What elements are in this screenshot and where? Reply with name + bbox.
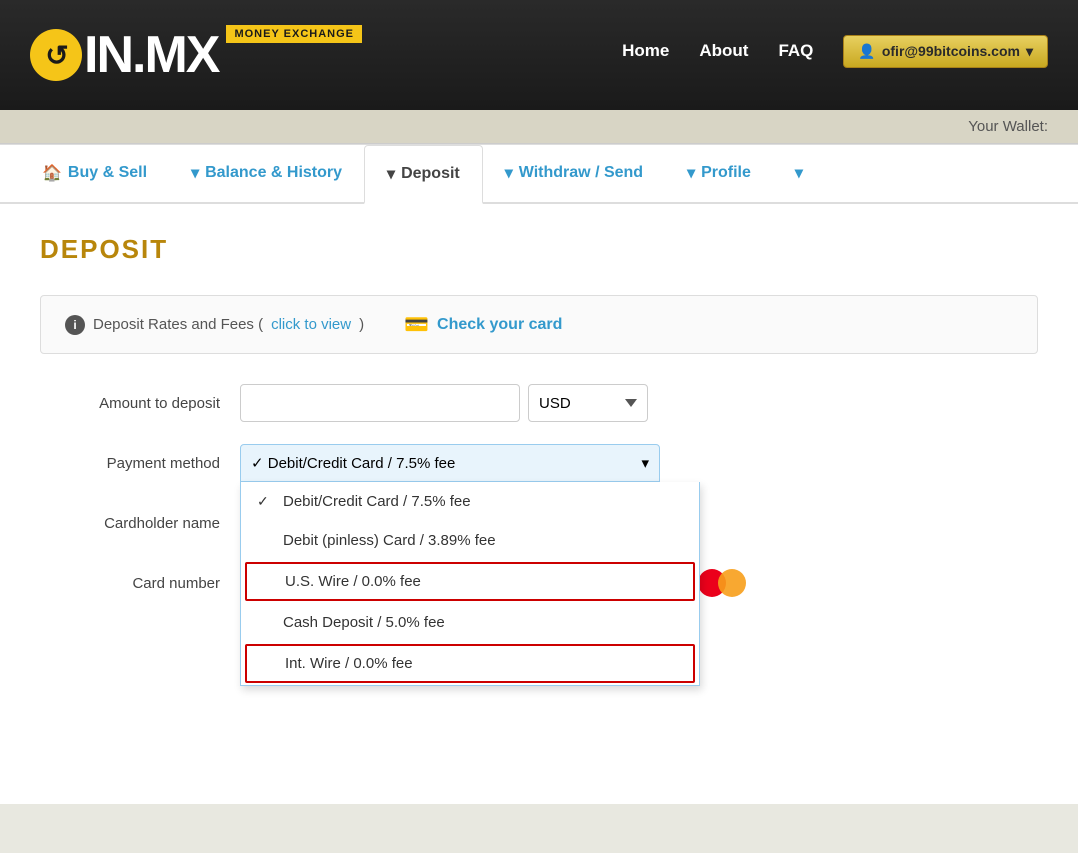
payment-option-int-wire[interactable]: Int. Wire / 0.0% fee [245,644,695,683]
payment-option-debit-credit[interactable]: ✓ Debit/Credit Card / 7.5% fee [241,482,699,521]
payment-option-label: U.S. Wire / 0.0% fee [285,573,421,590]
mastercard-logo [698,568,746,598]
logo-area: IN.MX MONEY EXCHANGE [30,25,362,85]
tab-withdraw-send[interactable]: ▾ Withdraw / Send [483,145,665,204]
main-card: 🏠 Buy & Sell ▾ Balance & History ▾ Depos… [0,144,1078,804]
header-nav: Home About FAQ 👤 ofir@99bitcoins.com ▾ [622,35,1048,76]
payment-option-label: Debit/Credit Card / 7.5% fee [283,493,471,510]
tab-balance-history[interactable]: ▾ Balance & History [169,145,364,204]
amount-label: Amount to deposit [40,395,240,412]
tab-buy-sell[interactable]: 🏠 Buy & Sell [20,145,169,204]
payment-option-us-wire[interactable]: U.S. Wire / 0.0% fee [245,562,695,601]
info-bar: i Deposit Rates and Fees ( click to view… [40,295,1038,354]
nav-about[interactable]: About [699,41,748,61]
tab-nav: 🏠 Buy & Sell ▾ Balance & History ▾ Depos… [0,145,1078,204]
wallet-label: Your Wallet: [968,118,1048,135]
logo-text: IN.MX [84,25,218,85]
tab-more[interactable]: ▾ [773,145,825,204]
payment-option-debit-pinless[interactable]: Debit (pinless) Card / 3.89% fee [241,521,699,560]
payment-row: Payment method ✓ Debit/Credit Card / 7.5… [40,444,1038,482]
mc-circle-right [718,569,746,597]
payment-dropdown: ✓ Debit/Credit Card / 7.5% fee Debit (pi… [240,482,700,686]
chevron-down-icon-profile: ▾ [687,163,695,183]
rates-text: Deposit Rates and Fees ( [93,316,263,333]
payment-option-cash-deposit[interactable]: Cash Deposit / 5.0% fee [241,603,699,642]
tab-profile-label: Profile [701,164,751,182]
payment-label: Payment method [40,455,240,472]
user-email: ofir@99bitcoins.com [882,43,1020,59]
chevron-down-icon: ▾ [191,163,199,183]
empty-check-icon-4 [259,656,275,672]
more-icon: ▾ [795,163,803,183]
checkmark-icon: ✓ [257,493,273,510]
rates-end: ) [359,316,364,333]
money-exchange-badge: MONEY EXCHANGE [226,25,362,43]
payment-method-container: ✓ Debit/Credit Card / 7.5% fee ▾ ✓ Debit… [240,444,660,482]
payment-option-label: Debit (pinless) Card / 3.89% fee [283,532,496,549]
chevron-down-icon-withdraw: ▾ [505,163,513,183]
amount-input[interactable] [240,384,520,422]
header: IN.MX MONEY EXCHANGE Home About FAQ 👤 of… [0,0,1078,110]
tab-deposit-label: Deposit [401,165,460,183]
dropdown-arrow-icon: ▾ [1026,43,1033,60]
rates-link[interactable]: click to view [271,316,351,333]
tab-buy-sell-label: Buy & Sell [68,164,147,182]
chevron-down-payment-icon: ▾ [641,454,649,472]
logo: IN.MX [30,25,218,85]
currency-select[interactable]: USD EUR GBP BTC [528,384,648,422]
user-icon: 👤 [858,43,875,60]
card-number-label: Card number [40,575,240,592]
payment-selected-label: ✓ Debit/Credit Card / 7.5% fee [251,454,455,472]
empty-check-icon [257,533,273,549]
credit-card-icon: 💳 [404,312,429,337]
empty-check-icon-3 [257,615,273,631]
page-title: DEPOSIT [40,234,1038,265]
rates-info: i Deposit Rates and Fees ( click to view… [65,315,364,335]
tab-balance-history-label: Balance & History [205,164,342,182]
nav-home[interactable]: Home [622,41,669,61]
wallet-bar: Your Wallet: [0,110,1078,144]
check-card-label: Check your card [437,316,562,334]
payment-method-display[interactable]: ✓ Debit/Credit Card / 7.5% fee ▾ [240,444,660,482]
coin-icon [30,29,82,81]
tab-deposit[interactable]: ▾ Deposit [364,145,483,204]
payment-option-label: Cash Deposit / 5.0% fee [283,614,445,631]
nav-links: Home About FAQ 👤 ofir@99bitcoins.com ▾ [622,35,1048,68]
check-card-button[interactable]: 💳 Check your card [404,312,562,337]
home-icon: 🏠 [42,163,62,183]
info-icon: i [65,315,85,335]
page-content: DEPOSIT i Deposit Rates and Fees ( click… [0,204,1078,804]
tab-withdraw-send-label: Withdraw / Send [519,164,643,182]
amount-row: Amount to deposit USD EUR GBP BTC [40,384,1038,422]
nav-faq[interactable]: FAQ [778,41,813,61]
tab-profile[interactable]: ▾ Profile [665,145,773,204]
chevron-down-icon-deposit: ▾ [387,164,395,184]
payment-option-label: Int. Wire / 0.0% fee [285,655,413,672]
user-menu-button[interactable]: 👤 ofir@99bitcoins.com ▾ [843,35,1048,68]
empty-check-icon-2 [259,574,275,590]
cardholder-label: Cardholder name [40,515,240,532]
